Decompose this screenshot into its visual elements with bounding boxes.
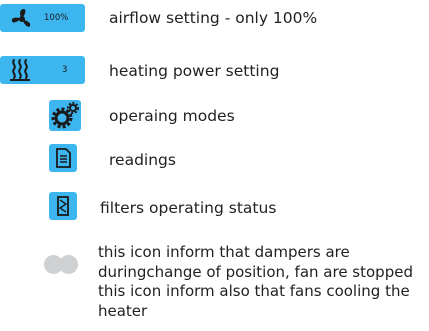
filter-icon [57, 196, 69, 216]
heating-label: heating power setting [109, 62, 280, 80]
gears-icon [51, 102, 79, 129]
dampers-line-1: this icon inform that dampers are [98, 243, 350, 261]
readings-badge [49, 144, 77, 172]
heating-value: 3 [62, 65, 68, 75]
document-icon [56, 148, 71, 168]
filters-badge [49, 192, 77, 220]
fan-icon [11, 9, 31, 27]
dampers-line-2: duringchange of position, fan are stoppe… [98, 262, 413, 281]
dampers-status-icon [44, 255, 80, 275]
legend-row-modes: operaing modes [0, 98, 429, 134]
heating-badge: 3 [0, 56, 85, 84]
airflow-badge: 100% [0, 4, 85, 32]
legend-row-dampers: this icon inform that dampers are during… [0, 240, 429, 331]
heater-icon [10, 59, 30, 81]
legend-row-filters: filters operating status [0, 186, 429, 222]
legend-row-airflow: 100% airflow setting - only 100% [0, 0, 429, 40]
legend-row-readings: readings [0, 140, 429, 176]
dampers-description: this icon inform that dampers are during… [98, 243, 428, 321]
modes-badge [49, 100, 81, 131]
airflow-label: airflow setting - only 100% [109, 9, 318, 27]
readings-label: readings [109, 151, 176, 169]
filters-label: filters operating status [100, 199, 277, 217]
dampers-line-3: this icon inform also that fans cooling … [98, 282, 410, 300]
modes-label: operaing modes [109, 107, 235, 125]
status-dot-right [59, 255, 78, 274]
legend-row-heating: 3 heating power setting [0, 52, 429, 92]
dampers-line-4: heater [98, 301, 148, 320]
airflow-value: 100% [44, 13, 69, 23]
